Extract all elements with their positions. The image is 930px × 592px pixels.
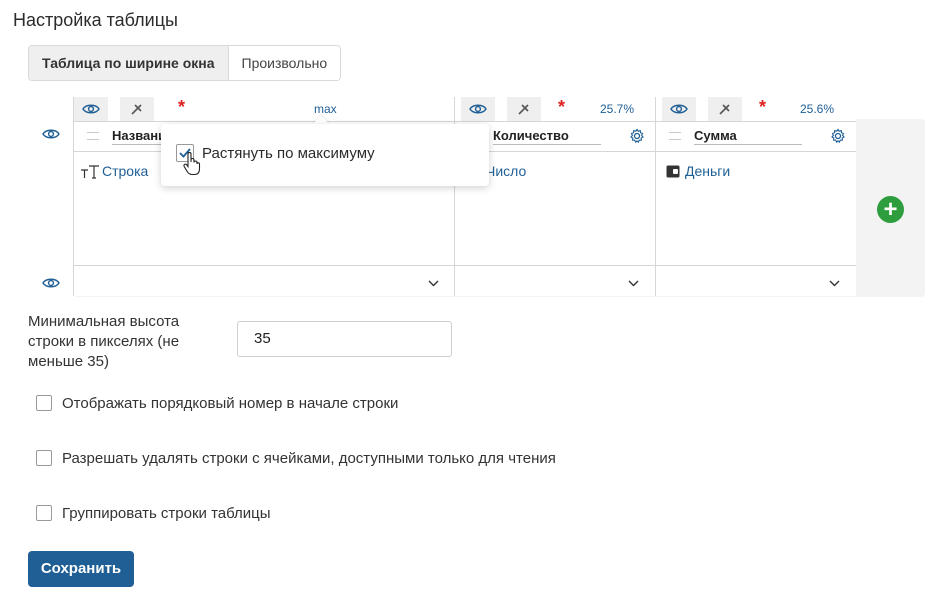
gear-icon[interactable] [629, 128, 645, 149]
min-height-label: Минимальная высота строки в пикселях (не… [28, 313, 180, 370]
chevron-down-icon[interactable] [428, 274, 439, 292]
page-title: Настройка таблицы [13, 10, 178, 30]
required-marker: * [759, 97, 767, 117]
column-width-label[interactable]: max [314, 102, 337, 116]
chevron-down-icon[interactable] [628, 274, 639, 292]
width-mode-switch: Таблица по ширине окна Произвольно [28, 45, 342, 81]
column-3: * 25.6% Сумма Деньги [655, 97, 856, 296]
allow-delete-readonly-checkbox[interactable] [36, 450, 52, 466]
drag-handle-icon[interactable] [669, 132, 681, 140]
allow-delete-readonly-label: Разрешать удалять строки с ячейками, дос… [62, 450, 556, 467]
column-visibility-eye-icon[interactable] [74, 97, 108, 121]
wallet-icon [666, 165, 680, 183]
drag-handle-icon[interactable] [87, 132, 99, 140]
group-rows-label: Группировать строки таблицы [62, 505, 271, 522]
column-pin-icon[interactable] [507, 97, 541, 121]
column-visibility-eye-icon[interactable] [662, 97, 696, 121]
row-number-checkbox[interactable] [36, 395, 52, 411]
column-type-link[interactable]: Число [486, 163, 526, 179]
column-name-field[interactable]: Количество [493, 128, 601, 145]
stretch-popup: Растянуть по максимуму [161, 124, 489, 186]
column-type-link[interactable]: Строка [102, 163, 148, 179]
min-height-input[interactable]: 35 [237, 321, 452, 357]
column-pin-icon[interactable] [120, 97, 154, 121]
column-width-label[interactable]: 25.7% [600, 102, 634, 116]
header-visibility-eye-icon[interactable] [42, 127, 60, 145]
chevron-down-icon[interactable] [829, 274, 840, 292]
gear-icon[interactable] [830, 128, 846, 149]
required-marker: * [178, 97, 186, 117]
column-name-field[interactable]: Сумма [694, 128, 802, 145]
add-column-button[interactable]: + [877, 196, 904, 223]
group-rows-checkbox[interactable] [36, 505, 52, 521]
width-mode-fit-window[interactable]: Таблица по ширине окна [29, 46, 229, 80]
row-number-label: Отображать порядковый номер в начале стр… [62, 395, 399, 412]
column-visibility-eye-icon[interactable] [461, 97, 495, 121]
hand-cursor-icon [183, 151, 201, 181]
text-type-icon [80, 164, 100, 185]
width-mode-custom[interactable]: Произвольно [228, 46, 341, 80]
column-width-label[interactable]: 25.6% [800, 102, 834, 116]
required-marker: * [558, 97, 566, 117]
column-type-link[interactable]: Деньги [685, 163, 730, 179]
footer-visibility-eye-icon[interactable] [42, 276, 60, 294]
stretch-max-label: Растянуть по максимуму [202, 145, 375, 162]
save-button[interactable]: Сохранить [28, 551, 134, 587]
column-pin-icon[interactable] [708, 97, 742, 121]
